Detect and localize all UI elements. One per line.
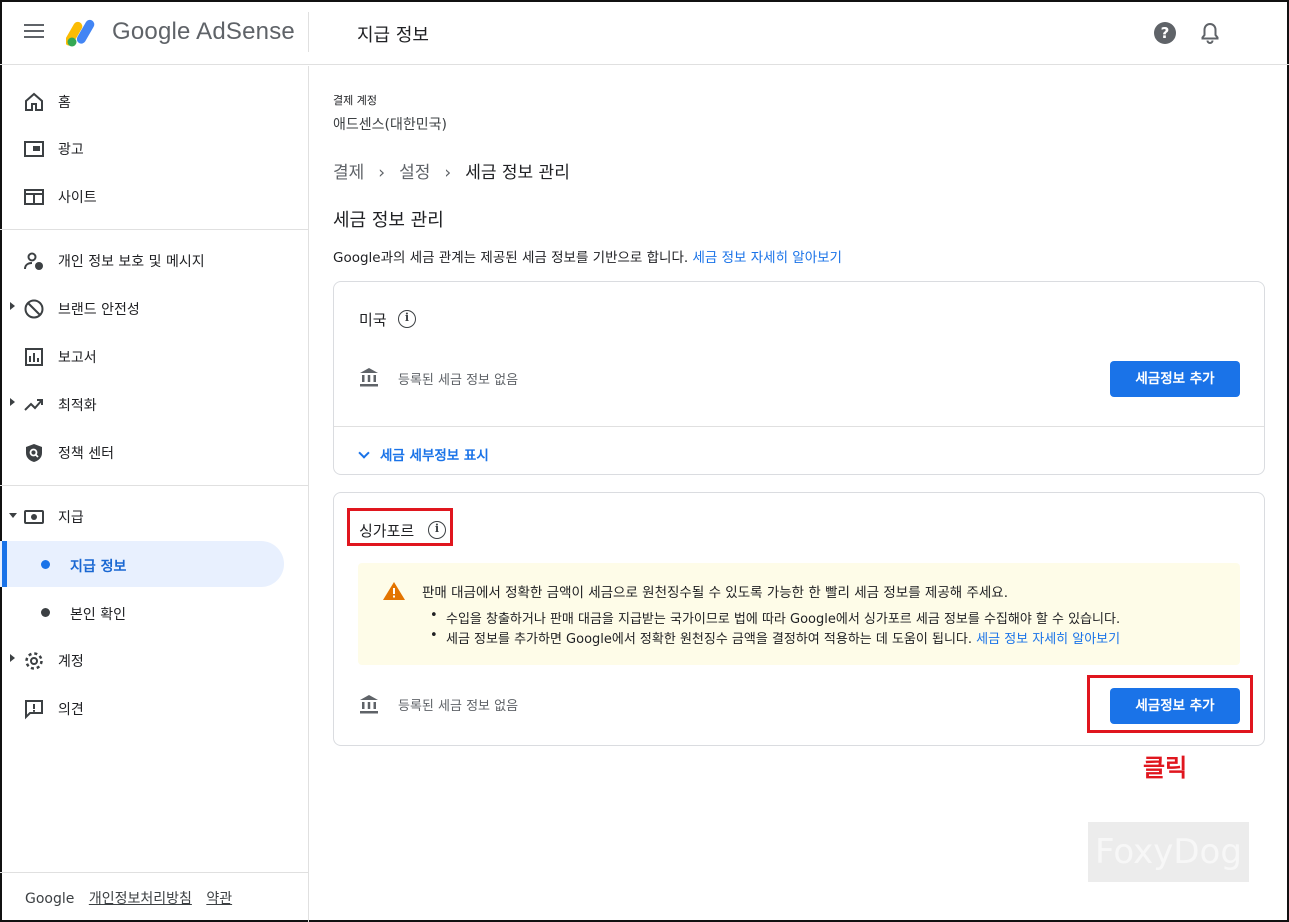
sidebar-item-label: 의견 bbox=[58, 702, 84, 718]
expand-caret-icon bbox=[10, 398, 15, 406]
sidebar-subitem-label: 지급 정보 bbox=[70, 559, 127, 575]
warning-item: 세금 정보를 추가하면 Google에서 정확한 원천징수 금액을 결정하여 적… bbox=[430, 628, 1120, 648]
show-tax-details-toggle[interactable]: 세금 세부정보 표시 bbox=[356, 444, 489, 464]
home-icon bbox=[25, 92, 43, 111]
sidebar-divider bbox=[0, 229, 308, 230]
gear-icon bbox=[25, 652, 43, 670]
sidebar-item-policy-center[interactable]: 정책 센터 bbox=[0, 432, 300, 472]
warning-icon bbox=[383, 582, 405, 600]
chevron-right-icon: › bbox=[444, 163, 452, 183]
reports-icon bbox=[25, 348, 43, 366]
learn-more-link[interactable]: 세금 정보 자세히 알아보기 bbox=[692, 250, 842, 266]
add-tax-info-button[interactable]: 세금정보 추가 bbox=[1110, 361, 1240, 397]
chevron-down-icon bbox=[358, 447, 370, 459]
breadcrumb-current: 세금 정보 관리 bbox=[465, 163, 570, 183]
sidebar-item-sites[interactable]: 사이트 bbox=[0, 176, 300, 216]
bell-icon[interactable] bbox=[1199, 21, 1221, 45]
privacy-policy-link[interactable]: 개인정보처리방침 bbox=[89, 891, 192, 907]
sidebar-item-payments[interactable]: 지급 bbox=[0, 496, 300, 536]
footer-brand: Google bbox=[25, 891, 75, 907]
sidebar-item-brand-safety[interactable]: 브랜드 안전성 bbox=[0, 288, 300, 328]
sidebar-item-label: 광고 bbox=[58, 142, 84, 158]
ads-icon bbox=[24, 141, 44, 157]
sidebar-footer: Google 개인정보처리방침 약관 bbox=[25, 888, 242, 908]
dot-icon bbox=[41, 608, 50, 617]
sidebar-item-privacy[interactable]: 개인 정보 보호 및 메시지 bbox=[0, 240, 300, 280]
info-icon[interactable]: i bbox=[398, 310, 416, 328]
sidebar-item-label: 정책 센터 bbox=[58, 446, 114, 462]
sidebar-item-label: 지급 bbox=[58, 510, 84, 526]
account-value: 애드센스(대한민국) bbox=[333, 117, 447, 133]
sidebar-subitem-payment-info[interactable]: 지급 정보 bbox=[0, 541, 284, 587]
sidebar-item-reports[interactable]: 보고서 bbox=[0, 336, 300, 376]
top-app-bar: Google AdSense 지급 정보 ? bbox=[0, 0, 1289, 65]
main-menu-icon[interactable] bbox=[24, 24, 44, 40]
sidebar-item-account[interactable]: 계정 bbox=[0, 640, 300, 680]
sidebar-item-label: 보고서 bbox=[58, 350, 97, 366]
page-header-title: 지급 정보 bbox=[357, 25, 429, 46]
block-icon bbox=[24, 299, 44, 319]
expand-caret-icon bbox=[10, 654, 15, 662]
card-divider bbox=[334, 426, 1264, 427]
warning-title: 판매 대금에서 정확한 금액이 세금으로 원천징수될 수 있도록 가능한 한 빨… bbox=[422, 585, 1009, 601]
brand-name: Google AdSense bbox=[112, 18, 295, 45]
chevron-right-icon: › bbox=[378, 163, 386, 183]
sidebar-item-optimization[interactable]: 최적화 bbox=[0, 384, 300, 424]
sidebar-item-feedback[interactable]: 의견 bbox=[0, 688, 300, 728]
tax-card-us: 미국 i 등록된 세금 정보 없음 세금정보 추가 세금 세부정보 표시 bbox=[333, 281, 1265, 475]
warning-learn-more-link[interactable]: 세금 정보 자세히 알아보기 bbox=[976, 632, 1120, 647]
sidebar-item-home[interactable]: 홈 bbox=[0, 81, 300, 121]
bank-icon bbox=[360, 695, 378, 714]
warning-list: 수입을 창출하거나 판매 대금을 지급받는 국가이므로 법에 따라 Google… bbox=[430, 608, 1120, 648]
page-title: 세금 정보 관리 bbox=[333, 210, 444, 231]
sidebar-footer-divider bbox=[0, 872, 308, 873]
sidebar-item-label: 브랜드 안전성 bbox=[58, 302, 140, 318]
account-label: 결제 계정 bbox=[333, 94, 377, 107]
sidebar-item-label: 계정 bbox=[58, 654, 84, 670]
help-icon[interactable]: ? bbox=[1154, 22, 1176, 44]
sidebar-item-ads[interactable]: 광고 bbox=[0, 128, 300, 168]
breadcrumb: 결제 › 설정 › 세금 정보 관리 bbox=[333, 158, 570, 183]
no-tax-info-text: 등록된 세금 정보 없음 bbox=[398, 699, 519, 714]
watermark: FoxyDog bbox=[1088, 822, 1249, 882]
sidebar: 홈 광고 사이트 개인 정보 보호 및 메시지 브랜드 안전성 보고서 최적화 … bbox=[0, 66, 309, 922]
adsense-logo-icon[interactable] bbox=[66, 17, 102, 47]
privacy-icon bbox=[24, 252, 43, 270]
sidebar-item-label: 개인 정보 보호 및 메시지 bbox=[58, 254, 205, 270]
breadcrumb-item-billing[interactable]: 결제 bbox=[333, 163, 364, 183]
no-tax-info-text: 등록된 세금 정보 없음 bbox=[398, 373, 519, 388]
show-tax-details-label: 세금 세부정보 표시 bbox=[380, 448, 489, 464]
trending-icon bbox=[24, 399, 43, 411]
sidebar-item-label: 최적화 bbox=[58, 398, 97, 414]
feedback-icon bbox=[25, 700, 43, 720]
card-country-title: 미국 bbox=[359, 311, 387, 329]
breadcrumb-item-settings[interactable]: 설정 bbox=[399, 163, 430, 183]
warning-item: 수입을 창출하거나 판매 대금을 지급받는 국가이므로 법에 따라 Google… bbox=[430, 608, 1120, 628]
sidebar-divider bbox=[0, 485, 308, 486]
sidebar-subitem-verification[interactable]: 본인 확인 bbox=[0, 589, 284, 635]
active-dot-icon bbox=[41, 560, 50, 569]
sidebar-item-label: 사이트 bbox=[58, 190, 97, 206]
bank-icon bbox=[360, 368, 378, 387]
tax-warning-banner: 판매 대금에서 정확한 금액이 세금으로 원천징수될 수 있도록 가능한 한 빨… bbox=[358, 563, 1240, 665]
highlight-box-button bbox=[1087, 675, 1253, 733]
payments-icon bbox=[24, 510, 44, 524]
expand-caret-icon bbox=[10, 302, 15, 310]
sidebar-subitem-label: 본인 확인 bbox=[70, 607, 126, 623]
terms-link[interactable]: 약관 bbox=[206, 891, 232, 907]
warning-item-text: 세금 정보를 추가하면 Google에서 정확한 원천징수 금액을 결정하여 적… bbox=[446, 632, 972, 647]
click-annotation: 클릭 bbox=[1143, 754, 1188, 782]
collapse-caret-icon bbox=[9, 513, 17, 518]
highlight-box-country bbox=[347, 508, 453, 546]
sites-icon bbox=[24, 189, 44, 205]
description-text: Google과의 세금 관계는 제공된 세금 정보를 기반으로 합니다. bbox=[333, 250, 689, 266]
policy-shield-icon bbox=[26, 444, 42, 462]
header-divider bbox=[308, 12, 309, 52]
page-description: Google과의 세금 관계는 제공된 세금 정보를 기반으로 합니다. 세금 … bbox=[333, 246, 842, 266]
sidebar-item-label: 홈 bbox=[58, 95, 71, 111]
